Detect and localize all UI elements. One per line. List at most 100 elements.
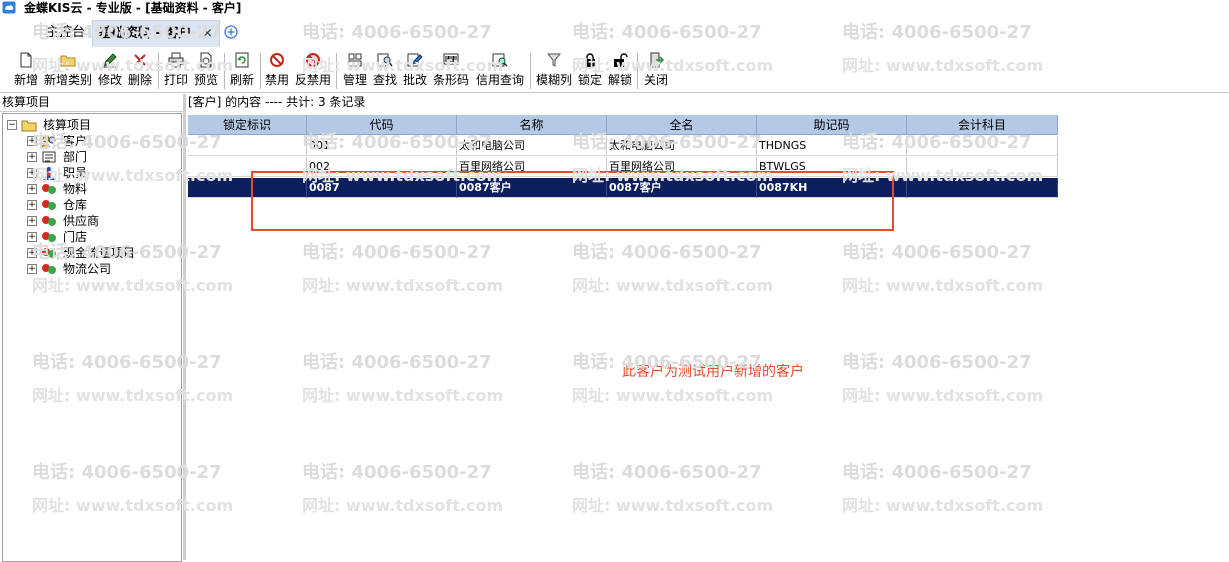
tree-label: 客户 (63, 134, 88, 148)
expand-toggle-icon[interactable]: + (27, 264, 37, 274)
batch-edit-icon (407, 53, 423, 67)
tree-label: 物料 (63, 182, 88, 196)
watermark-phone: 电话: 4006-6500-27 (302, 242, 492, 263)
cell-mnemonic-code[interactable]: THDNGS (757, 136, 907, 156)
enable-button[interactable]: 反禁用 (294, 50, 332, 90)
credit-query-label: 信用查询 (475, 73, 524, 87)
toolbar-separator (336, 53, 337, 89)
watermark-phone: 电话: 4006-6500-27 (302, 462, 492, 483)
print-label: 打印 (163, 73, 188, 87)
expand-toggle-icon[interactable]: + (27, 136, 37, 146)
table-row[interactable]: 001 太和电脑公司 太和电脑公司 THDNGS (188, 136, 1058, 157)
find-icon (377, 53, 393, 67)
supplier-icon (42, 216, 56, 226)
expand-toggle-icon[interactable]: + (27, 232, 37, 242)
credit-query-icon (492, 53, 508, 67)
expand-toggle-icon[interactable]: + (27, 248, 37, 258)
cell-account-subject[interactable] (907, 178, 1058, 198)
unprohibit-icon (306, 53, 321, 67)
tree-label: 核算项目 (43, 118, 92, 132)
lock-label: 锁定 (577, 73, 602, 87)
expand-toggle-icon[interactable]: + (27, 200, 37, 210)
refresh-button[interactable]: 刷新 (228, 50, 256, 90)
cell-full-name[interactable]: 太和电脑公司 (607, 136, 757, 156)
column-header-full-name[interactable]: 全名 (607, 115, 757, 135)
disable-button[interactable]: 禁用 (263, 50, 291, 90)
refresh-icon (235, 52, 249, 68)
content-record-count: [客户] 的内容 ---- 共计: 3 条记录 (188, 95, 366, 109)
column-header-code[interactable]: 代码 (307, 115, 457, 135)
disable-label: 禁用 (264, 73, 289, 87)
material-icon (42, 184, 56, 194)
tree-label: 供应商 (63, 214, 100, 228)
expand-toggle-icon[interactable]: + (27, 184, 37, 194)
warehouse-icon (42, 200, 56, 210)
column-header-lock-flag[interactable]: 锁定标识 (188, 115, 307, 135)
unlock-button[interactable]: 解锁 (606, 50, 634, 90)
expand-toggle-icon[interactable]: + (27, 152, 37, 162)
column-header-account-subject[interactable]: 会计科目 (907, 115, 1058, 135)
watermark-phone: 电话: 4006-6500-27 (572, 462, 762, 483)
tree-label: 仓库 (63, 198, 88, 212)
left-panel-header: 核算项目 (0, 94, 183, 112)
folder-icon (60, 55, 76, 67)
edit-label: 修改 (97, 73, 122, 87)
watermark-site: 网址: www.tdxsoft.com (842, 276, 1044, 295)
add-tab-icon[interactable] (224, 25, 238, 39)
barcode-button[interactable]: 条形码 (432, 50, 470, 90)
employee-icon (43, 167, 55, 180)
cell-code[interactable]: 001 (307, 136, 457, 156)
new-category-button[interactable]: 新增类别 (42, 50, 94, 90)
department-icon (42, 151, 56, 163)
manage-button[interactable]: 管理 (341, 50, 369, 90)
tab-basic-data-customer[interactable]: 基础资料 - 客户 × (92, 20, 220, 47)
batch-edit-button[interactable]: 批改 (401, 50, 429, 90)
toolbar-separator (637, 53, 638, 89)
prohibit-icon (270, 53, 284, 67)
exit-door-icon (650, 52, 664, 68)
toolbar: 新增 新增类别 修改 删除 打印 预览 刷新 禁用 反禁用 管理 查找 批改 条… (0, 49, 1229, 93)
print-preview-icon (200, 52, 212, 68)
collapse-toggle-icon[interactable]: − (7, 120, 17, 130)
lock-button[interactable]: 锁定 (576, 50, 604, 90)
new-button[interactable]: 新增 (12, 50, 40, 90)
filter-funnel-icon (546, 53, 562, 67)
barcode-icon (443, 53, 459, 65)
find-button[interactable]: 查找 (371, 50, 399, 90)
watermark-phone: 电话: 4006-6500-27 (842, 242, 1032, 263)
annotation-highlight-box (251, 171, 894, 231)
new-category-label: 新增类别 (43, 73, 92, 87)
watermark-site: 网址: www.tdxsoft.com (572, 386, 774, 405)
expand-toggle-icon[interactable]: + (27, 216, 37, 226)
lock-icon (585, 53, 595, 67)
watermark-site: 网址: www.tdxsoft.com (572, 496, 774, 515)
close-tab-icon[interactable]: × (202, 26, 213, 41)
accounting-items-tree[interactable]: − 核算项目 + 客户 + 部门 + 职员 + 物料 + 仓库 + 供应商 + … (2, 113, 182, 562)
print-button[interactable]: 打印 (162, 50, 190, 90)
enable-label: 反禁用 (294, 73, 331, 87)
preview-label: 预览 (193, 73, 218, 87)
delete-button[interactable]: 删除 (126, 50, 154, 90)
edit-button[interactable]: 修改 (96, 50, 124, 90)
preview-button[interactable]: 预览 (192, 50, 220, 90)
credit-query-button[interactable]: 信用查询 (474, 50, 526, 90)
fuzzy-column-button[interactable]: 模糊列 (535, 50, 573, 90)
watermark-site: 网址: www.tdxsoft.com (842, 386, 1044, 405)
cell-account-subject[interactable] (907, 136, 1058, 156)
logistics-icon (42, 264, 56, 274)
column-header-mnemonic-code[interactable]: 助记码 (757, 115, 907, 135)
window-title: 金蝶KIS云 - 专业版 - [基础资料 - 客户] (24, 1, 242, 15)
tab-label: 主控台 (46, 25, 86, 40)
cell-lock-flag[interactable] (188, 136, 307, 156)
cell-name[interactable]: 太和电脑公司 (457, 136, 607, 156)
cell-account-subject[interactable] (907, 157, 1058, 177)
batch-edit-label: 批改 (402, 73, 427, 87)
tab-main-console[interactable]: 主控台 (40, 20, 91, 46)
delete-x-icon (134, 54, 146, 66)
close-button[interactable]: 关闭 (642, 50, 670, 90)
column-header-name[interactable]: 名称 (457, 115, 607, 135)
tree-label: 部门 (63, 150, 88, 164)
folder-open-icon (21, 120, 37, 132)
delete-label: 删除 (127, 73, 152, 87)
expand-toggle-icon[interactable]: + (27, 168, 37, 178)
